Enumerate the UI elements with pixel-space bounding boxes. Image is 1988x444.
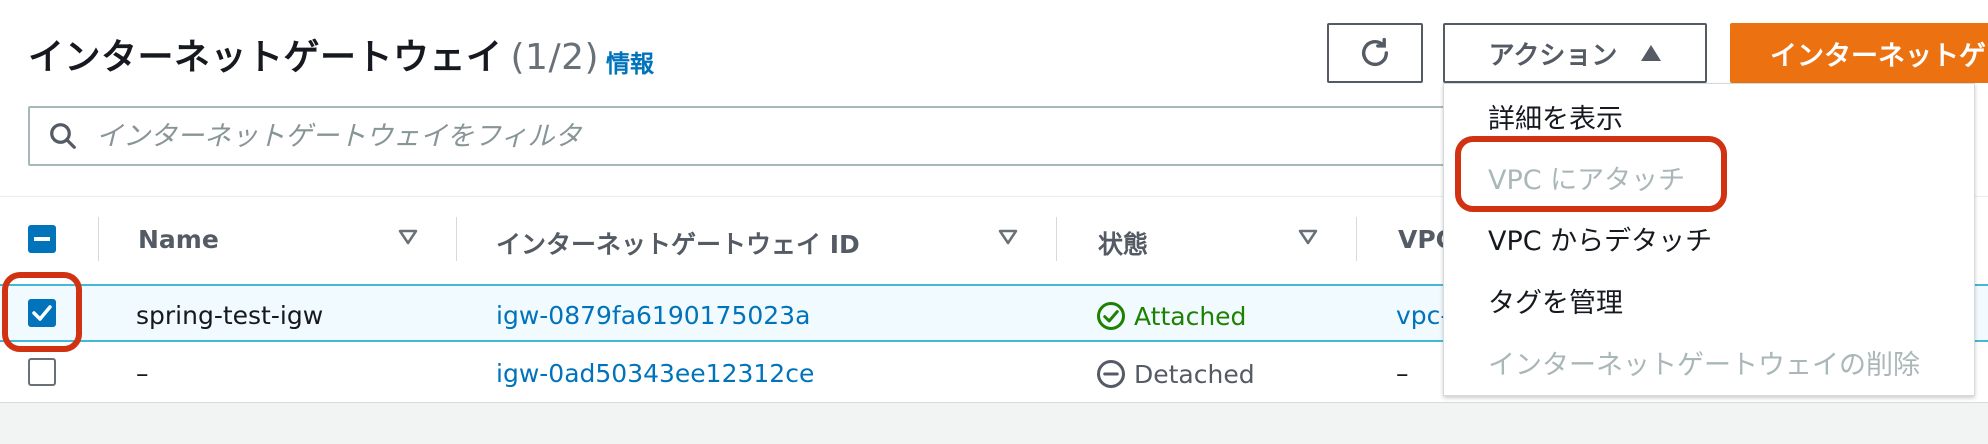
sort-icon[interactable]	[1298, 229, 1318, 245]
column-header-state[interactable]: 状態	[1098, 225, 1148, 261]
row-state-label: Detached	[1134, 359, 1255, 389]
column-divider	[98, 217, 99, 261]
refresh-icon	[1361, 37, 1389, 66]
minus-circle-icon	[1097, 360, 1125, 388]
search-icon	[50, 123, 76, 149]
page-title: インターネットゲートウェイ (1/2)	[28, 28, 599, 80]
menu-item-detach-vpc[interactable]: VPC からデタッチ	[1488, 219, 1712, 258]
selection-count: (1/2)	[510, 37, 600, 78]
column-header-name[interactable]: Name	[138, 225, 219, 254]
refresh-button[interactable]	[1327, 23, 1423, 83]
filter-input[interactable]	[96, 120, 1296, 152]
sort-icon[interactable]	[398, 229, 418, 245]
filter-box	[28, 106, 1468, 166]
info-link[interactable]: 情報	[606, 44, 654, 79]
actions-button-label: アクション	[1488, 40, 1618, 71]
caret-up-icon	[1641, 45, 1662, 61]
row-name: spring-test-igw	[136, 301, 324, 330]
row-vpc-link[interactable]: vpc-	[1396, 301, 1449, 330]
row-vpc: –	[1396, 359, 1409, 388]
row-igw-id-link[interactable]: igw-0879fa6190175023a	[496, 301, 810, 330]
annotation-highlight-checkbox	[2, 272, 82, 352]
column-divider	[1056, 217, 1057, 261]
row-name: –	[136, 359, 149, 388]
column-header-igw-id[interactable]: インターネットゲートウェイ ID	[496, 225, 860, 261]
actions-button[interactable]: アクション	[1443, 23, 1707, 83]
row-igw-id-link[interactable]: igw-0ad50343ee12312ce	[496, 359, 814, 388]
check-circle-icon	[1097, 302, 1125, 330]
menu-item-view-details[interactable]: 詳細を表示	[1488, 97, 1623, 136]
menu-item-manage-tags[interactable]: タグを管理	[1488, 281, 1623, 320]
annotation-highlight-attach	[1455, 136, 1727, 212]
select-all-checkbox[interactable]	[28, 225, 56, 253]
page-title-text: インターネットゲートウェイ	[28, 37, 503, 78]
row-state: Detached	[1096, 359, 1255, 389]
row-state: Attached	[1096, 301, 1246, 331]
menu-item-delete-igw[interactable]: インターネットゲートウェイの削除	[1488, 343, 1920, 382]
create-igw-button[interactable]: インターネットゲートウェイの作成	[1730, 23, 1988, 83]
column-divider	[456, 217, 457, 261]
column-divider	[1356, 217, 1357, 261]
row-checkbox[interactable]	[28, 358, 56, 386]
actions-dropdown-menu: 詳細を表示 VPC にアタッチ VPC からデタッチ タグを管理 インターネット…	[1443, 83, 1975, 396]
create-igw-button-label: インターネットゲートウェイの作成	[1770, 40, 1988, 72]
sort-icon[interactable]	[998, 229, 1018, 245]
row-state-label: Attached	[1134, 301, 1247, 331]
